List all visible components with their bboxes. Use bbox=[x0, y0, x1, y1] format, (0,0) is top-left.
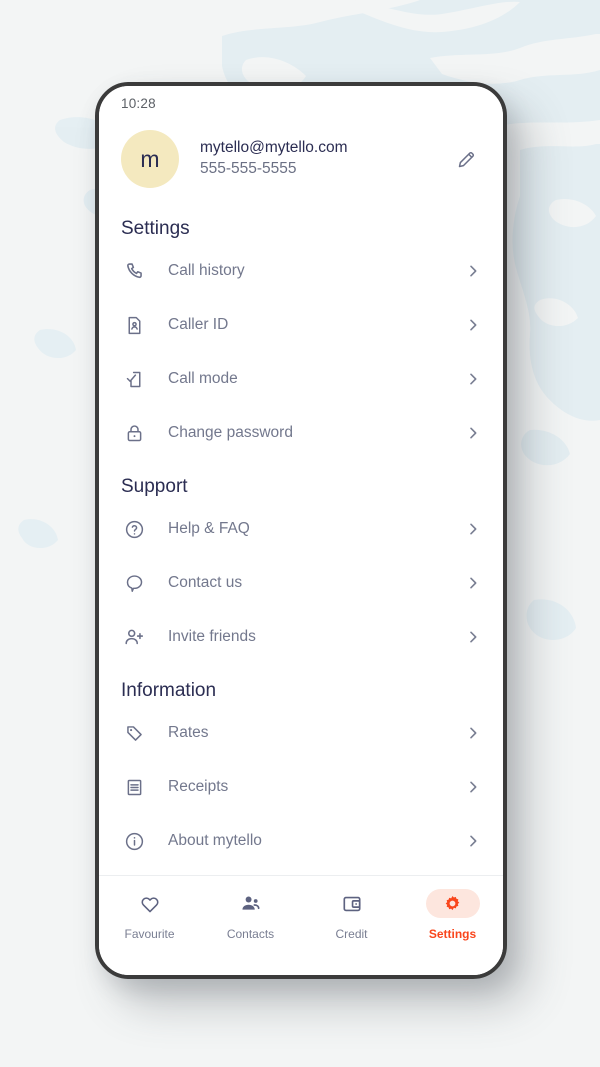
list-item-label: Call history bbox=[168, 262, 245, 279]
gear-icon bbox=[425, 889, 480, 918]
list-item-rates[interactable]: Rates bbox=[99, 706, 503, 760]
chevron-right-icon bbox=[465, 317, 481, 333]
list-item-label: Receipts bbox=[168, 778, 229, 795]
phone-device: 10:28 m mytello@mytello.com 555-555-5555 bbox=[95, 82, 507, 979]
section-title-support: Support bbox=[121, 476, 188, 497]
chevron-right-icon bbox=[465, 833, 481, 849]
chevron-right-icon bbox=[465, 779, 481, 795]
list-item-caller-id[interactable]: Caller ID bbox=[99, 298, 503, 352]
avatar-initial: m bbox=[140, 145, 160, 172]
chat-bubble-icon bbox=[121, 573, 147, 594]
tag-icon bbox=[121, 723, 147, 744]
people-icon bbox=[224, 889, 278, 918]
list-item-help-faq[interactable]: Help & FAQ bbox=[99, 502, 503, 556]
list-item-label: Help & FAQ bbox=[168, 520, 250, 537]
chevron-right-icon bbox=[465, 629, 481, 645]
chevron-right-icon bbox=[465, 263, 481, 279]
tab-contacts[interactable]: Contacts bbox=[200, 889, 301, 941]
receipt-icon bbox=[121, 777, 147, 798]
profile-email: mytello@mytello.com bbox=[200, 139, 348, 157]
information-list: Rates Receipts About mytello bbox=[99, 706, 503, 870]
list-item-label: Caller ID bbox=[168, 316, 229, 333]
list-item-label: Contact us bbox=[168, 574, 243, 591]
list-item-about-mytello[interactable]: About mytello bbox=[99, 814, 503, 868]
settings-list: Call history Caller ID Call mode Change … bbox=[99, 244, 503, 462]
list-item-call-mode[interactable]: Call mode bbox=[99, 352, 503, 406]
section-title-information: Information bbox=[121, 680, 217, 701]
tab-label: Credit bbox=[335, 927, 368, 941]
phone-check-icon bbox=[121, 369, 147, 390]
list-item-label: Rates bbox=[168, 724, 209, 741]
support-list: Help & FAQ Contact us Invite friends bbox=[99, 502, 503, 666]
list-item-contact-us[interactable]: Contact us bbox=[99, 556, 503, 610]
tab-settings[interactable]: Settings bbox=[402, 889, 503, 941]
list-item-receipts[interactable]: Receipts bbox=[99, 760, 503, 814]
section-title-settings: Settings bbox=[121, 218, 190, 239]
tab-label: Contacts bbox=[226, 927, 275, 941]
avatar: m bbox=[121, 130, 179, 188]
pencil-icon bbox=[458, 151, 474, 167]
wallet-icon bbox=[325, 889, 379, 918]
profile-text: mytello@mytello.com 555-555-5555 bbox=[200, 138, 451, 179]
info-circle-icon bbox=[121, 831, 147, 852]
status-time: 10:28 bbox=[121, 95, 156, 111]
lock-icon bbox=[121, 423, 147, 444]
list-item-label: Call mode bbox=[168, 370, 238, 387]
profile-phone: 555-555-5555 bbox=[200, 160, 297, 178]
contact-card-icon bbox=[121, 315, 147, 336]
edit-profile-button[interactable] bbox=[451, 144, 481, 174]
tab-label: Favourite bbox=[124, 927, 175, 941]
tab-credit[interactable]: Credit bbox=[301, 889, 402, 941]
list-item-label: Change password bbox=[168, 424, 293, 441]
list-item-label: Invite friends bbox=[168, 628, 256, 645]
tab-favourite[interactable]: Favourite bbox=[99, 889, 200, 941]
status-bar: 10:28 bbox=[99, 86, 503, 120]
list-item-change-password[interactable]: Change password bbox=[99, 406, 503, 460]
section-support: Support Help & FAQ Contact us Invite fri… bbox=[99, 462, 503, 666]
phone-screen: 10:28 m mytello@mytello.com 555-555-5555 bbox=[99, 86, 503, 975]
section-information: Information Rates Receipts About mytello bbox=[99, 666, 503, 870]
section-settings: Settings Call history Caller ID Call mod… bbox=[99, 204, 503, 462]
person-add-icon bbox=[121, 626, 147, 648]
list-item-invite-friends[interactable]: Invite friends bbox=[99, 610, 503, 664]
list-item-call-history[interactable]: Call history bbox=[99, 244, 503, 298]
tab-label: Settings bbox=[428, 927, 477, 941]
chevron-right-icon bbox=[465, 521, 481, 537]
list-item-label: About mytello bbox=[168, 832, 262, 849]
bottom-navigation: Favourite Contacts Credit Settings bbox=[99, 875, 503, 975]
settings-scroll-area[interactable]: m mytello@mytello.com 555-555-5555 Setti… bbox=[99, 120, 503, 875]
chevron-right-icon bbox=[465, 575, 481, 591]
question-circle-icon bbox=[121, 519, 147, 540]
chevron-right-icon bbox=[465, 371, 481, 387]
chevron-right-icon bbox=[465, 725, 481, 741]
heart-icon bbox=[123, 889, 177, 918]
chevron-right-icon bbox=[465, 425, 481, 441]
profile-header[interactable]: m mytello@mytello.com 555-555-5555 bbox=[99, 120, 503, 204]
phone-icon bbox=[121, 261, 147, 282]
